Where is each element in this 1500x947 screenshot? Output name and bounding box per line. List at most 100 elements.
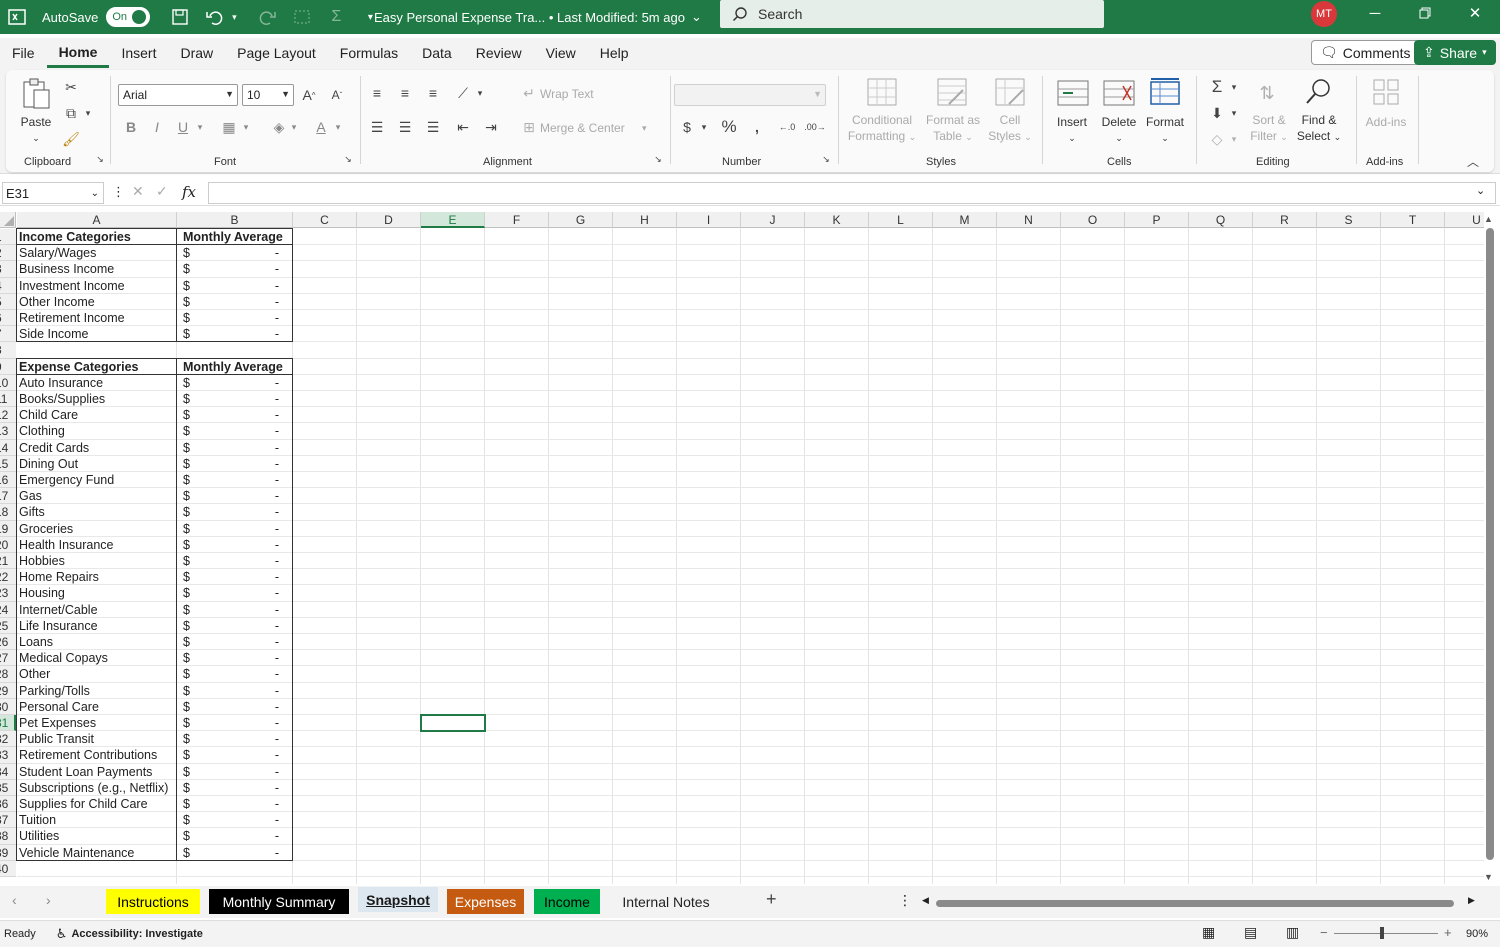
column-header-m[interactable]: M [933,212,997,228]
row-header[interactable]: 34 [0,763,16,780]
sheet-tab-internal-notes[interactable]: Internal Notes [610,889,722,914]
decrease-indent-icon[interactable]: ⇤ [452,116,474,138]
format-as-table-button[interactable]: Format as Table ⌄ [918,112,988,145]
undo-dropdown-icon[interactable]: ▾ [224,7,244,27]
bold-icon[interactable]: B [120,116,142,138]
row-header[interactable]: 11 [0,391,16,408]
percent-icon[interactable]: % [718,116,740,138]
orientation-icon[interactable]: ⟋ [452,82,474,104]
vertical-scrollbar[interactable] [1486,228,1494,860]
autosum-icon[interactable]: Σ [1206,76,1228,98]
row-header[interactable]: 30 [0,698,16,715]
undo-icon[interactable] [204,7,224,27]
autosave-toggle[interactable]: On [106,7,151,27]
row-header[interactable]: 2 [0,245,16,262]
sort-filter-button[interactable]: Sort & Filter ⌄ [1246,112,1292,145]
row-header[interactable]: 9 [0,358,16,375]
tab-page-layout[interactable]: Page Layout [225,38,328,68]
format-painter-icon[interactable]: 🖌 [60,128,82,150]
column-header-p[interactable]: P [1125,212,1189,228]
user-avatar[interactable]: MT [1311,1,1337,27]
scroll-right-icon[interactable]: ▶ [1468,895,1475,906]
conditional-formatting-button[interactable]: Conditional Formatting ⌄ [842,112,922,145]
row-header[interactable]: 14 [0,439,16,456]
row-header[interactable]: 5 [0,293,16,310]
row-header[interactable]: 39 [0,844,16,861]
row-header[interactable]: 16 [0,472,16,489]
decrease-font-icon[interactable]: Aˇ [326,84,348,106]
italic-icon[interactable]: I [146,116,168,138]
column-header-s[interactable]: S [1317,212,1381,228]
tab-view[interactable]: View [534,38,588,68]
sheet-tab-monthly-summary[interactable]: Monthly Summary [209,889,349,914]
column-header-d[interactable]: D [357,212,421,228]
fill-icon[interactable]: ⬇ [1206,102,1228,124]
row-header[interactable]: 12 [0,407,16,424]
tab-draw[interactable]: Draw [168,38,225,68]
clear-icon[interactable]: ◇ [1206,128,1228,150]
paste-icon[interactable] [20,76,54,112]
column-header-o[interactable]: O [1061,212,1125,228]
sheet-tab-snapshot[interactable]: Snapshot [358,887,438,912]
borders-icon[interactable]: ▦ [218,116,240,138]
row-header[interactable]: 31 [0,715,16,732]
column-header-h[interactable]: H [613,212,677,228]
accessibility-status[interactable]: Accessibility: Investigate [71,928,202,940]
accessibility-icon[interactable]: ♿ [56,926,68,942]
align-bottom-icon[interactable]: ≡ [422,82,444,104]
chevron-down-icon[interactable]: ▾ [240,116,252,138]
row-header[interactable]: 24 [0,601,16,618]
cell-styles-button[interactable]: Cell Styles ⌄ [984,112,1036,145]
column-header-t[interactable]: T [1381,212,1445,228]
align-left-icon[interactable]: ☰ [366,116,388,138]
normal-view-icon[interactable]: ▦ [1202,924,1215,941]
sheet-options-icon[interactable]: ⋮ [898,892,912,909]
add-sheet-icon[interactable]: + [766,889,777,910]
formula-input[interactable] [208,182,1496,204]
tab-help[interactable]: Help [588,38,641,68]
row-header[interactable]: 37 [0,812,16,829]
font-launcher-icon[interactable]: ↘ [342,153,354,165]
chevron-down-icon[interactable]: ▾ [1228,102,1240,124]
row-header[interactable]: 27 [0,650,16,667]
column-header-r[interactable]: R [1253,212,1317,228]
row-header[interactable]: 23 [0,585,16,602]
row-header[interactable]: 19 [0,520,16,537]
row-header[interactable]: 15 [0,455,16,472]
alignment-launcher-icon[interactable]: ↘ [652,153,664,165]
next-sheet-icon[interactable]: › [46,892,51,908]
share-button[interactable]: ⇪ Share ▾ [1414,40,1496,65]
number-format-combo[interactable]: ▼ [674,84,826,106]
paste-dropdown-icon[interactable]: ⌄ [16,130,56,146]
collapse-ribbon-icon[interactable]: ︿ [1462,150,1484,172]
spreadsheet-grid[interactable]: ABCDEFGHIJKLMNOPQRSTU1Income CategoriesM… [0,212,1484,884]
sheet-tab-expenses[interactable]: Expenses [447,889,524,914]
cancel-entry-icon[interactable]: ✕ [132,183,144,200]
selected-cell[interactable] [420,714,486,733]
find-select-icon[interactable] [1302,76,1334,108]
row-header[interactable]: 20 [0,536,16,553]
tab-file[interactable]: File [0,38,47,68]
font-size-combo[interactable]: 10 ▼ [242,84,294,106]
row-header[interactable]: 8 [0,342,16,359]
chevron-down-icon[interactable]: ▾ [1228,128,1240,150]
comments-button[interactable]: 🗨 Comments [1311,40,1420,65]
insert-cells-button[interactable]: Insert ⌄ [1052,114,1092,146]
sort-filter-icon[interactable]: ⇅ [1252,78,1282,108]
scroll-down-icon[interactable]: ▼ [1484,872,1493,882]
chevron-down-icon[interactable]: ▾ [194,116,206,138]
minimize-icon[interactable]: ─ [1352,0,1398,26]
confirm-entry-icon[interactable]: ✓ [156,183,168,200]
tab-formulas[interactable]: Formulas [328,38,410,68]
insert-function-icon[interactable]: fx [182,183,196,201]
delete-cells-button[interactable]: Delete ⌄ [1098,114,1140,146]
column-header-i[interactable]: I [677,212,741,228]
zoom-slider-thumb[interactable] [1380,927,1384,939]
document-title[interactable]: Easy Personal Expense Tra... • Last Modi… [374,0,702,34]
cut-icon[interactable]: ✂ [60,76,82,98]
wrap-text-icon[interactable]: ↵ [518,82,540,104]
fill-color-icon[interactable]: ◈ [268,116,290,138]
more-options-icon[interactable]: ⋮ [112,184,125,200]
column-header-a[interactable]: A [17,212,177,228]
tab-data[interactable]: Data [410,38,464,68]
